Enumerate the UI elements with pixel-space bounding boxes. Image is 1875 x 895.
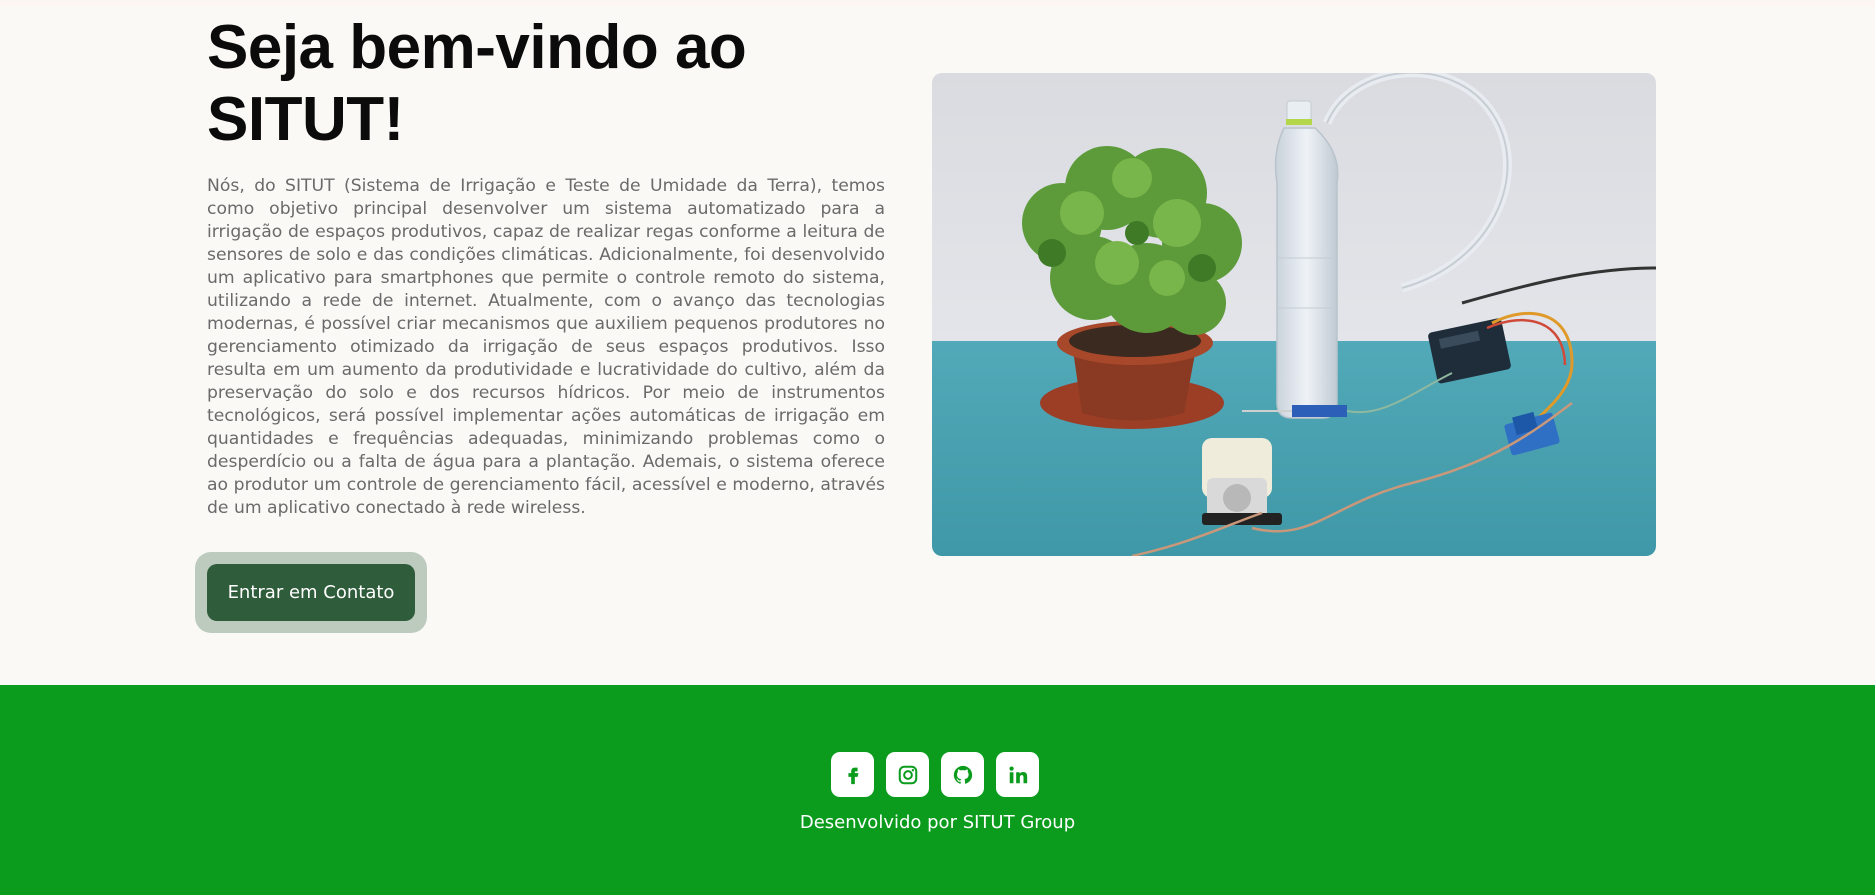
facebook-link[interactable] — [831, 752, 874, 797]
hero-image — [932, 73, 1656, 556]
instagram-link[interactable] — [886, 752, 929, 797]
facebook-icon — [847, 767, 858, 784]
contact-button[interactable]: Entrar em Contato — [207, 564, 415, 621]
footer-credit: Desenvolvido por SITUT Group — [799, 812, 1076, 833]
page-title: Seja bem-vindo ao SITUT! — [207, 13, 747, 154]
social-links — [831, 752, 1039, 797]
instagram-icon — [898, 765, 917, 784]
github-icon — [953, 765, 972, 784]
linkedin-link[interactable] — [996, 752, 1039, 797]
linkedin-icon — [1008, 765, 1027, 783]
footer: Desenvolvido por SITUT Group — [0, 685, 1875, 895]
hero-description: Nós, do SITUT (Sistema de Irrigação e Te… — [207, 176, 885, 518]
hero-section: Seja bem-vindo ao SITUT! Nós, do SITUT (… — [0, 0, 1875, 685]
github-link[interactable] — [941, 752, 984, 797]
